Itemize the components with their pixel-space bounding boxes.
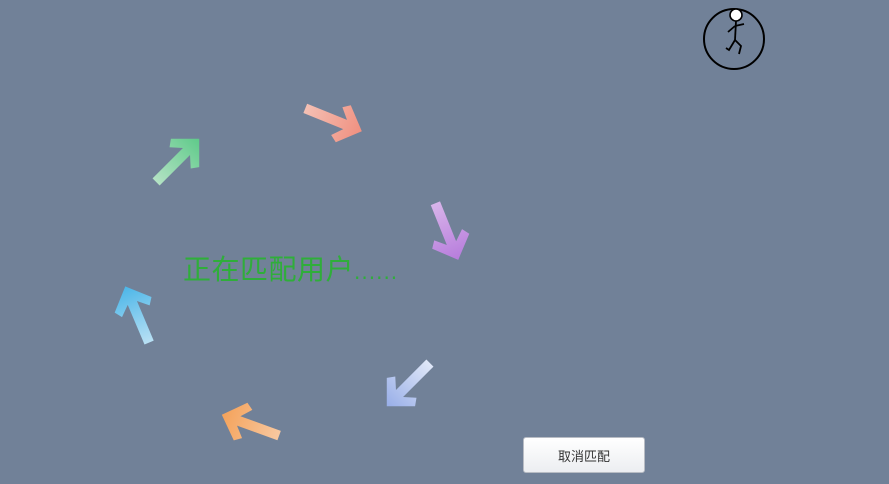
arrow-up-icon	[114, 286, 154, 345]
arrow-down-left-icon	[386, 359, 434, 407]
arrow-up-right-icon	[152, 138, 200, 186]
arrow-right-icon	[303, 103, 362, 143]
status-dots: ......	[354, 260, 399, 284]
status-label: 正在匹配用户	[183, 253, 355, 286]
cancel-match-button[interactable]: 取消匹配	[523, 437, 645, 473]
user-avatar-icon[interactable]	[702, 4, 768, 72]
arrow-left-icon	[221, 402, 281, 441]
matching-status-text: 正在匹配用户......	[183, 252, 398, 290]
arrow-down-icon	[430, 201, 470, 260]
loading-spinner	[114, 103, 470, 441]
